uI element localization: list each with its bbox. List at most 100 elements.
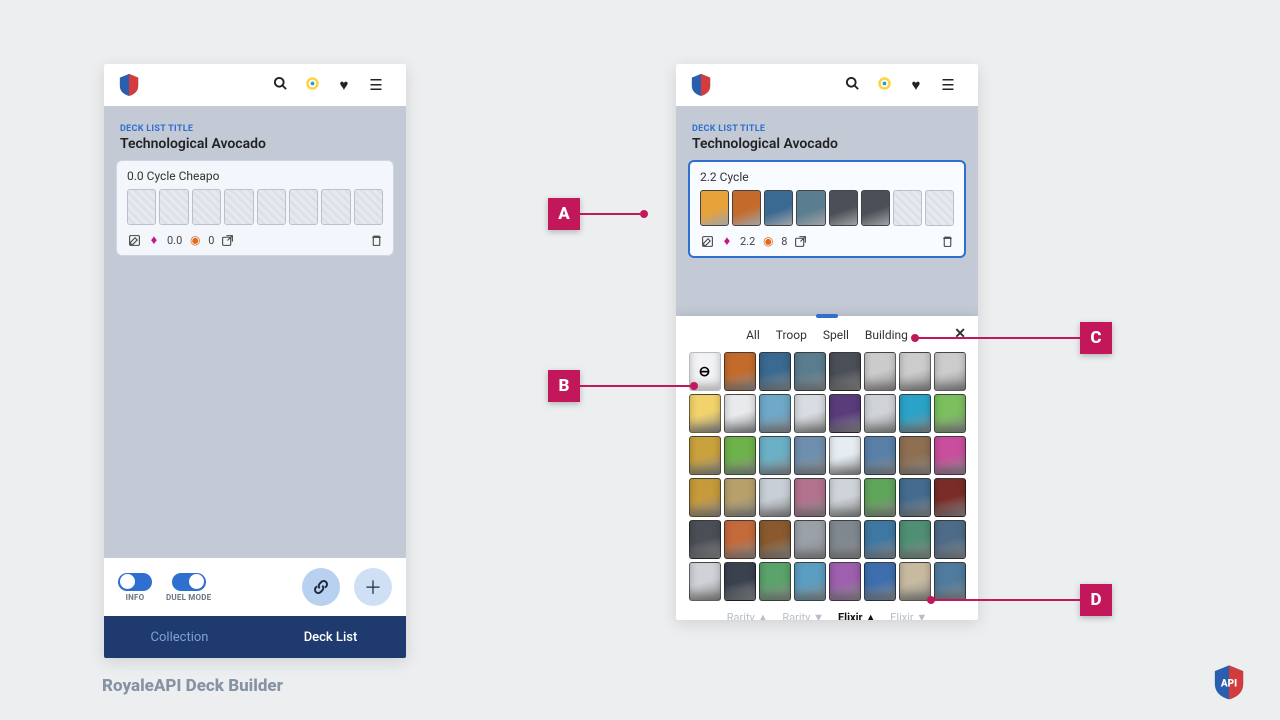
card-option[interactable]: [794, 478, 826, 517]
card-option[interactable]: [899, 352, 931, 391]
card-option[interactable]: [829, 394, 861, 433]
card-option[interactable]: [899, 562, 931, 601]
deck-card[interactable]: 0.0 Cycle Cheapo ♦ 0.0 ◉ 0: [116, 160, 394, 256]
card-slot[interactable]: [764, 190, 793, 226]
info-toggle[interactable]: [118, 573, 152, 591]
card-option[interactable]: [864, 394, 896, 433]
card-option[interactable]: [724, 478, 756, 517]
card-option[interactable]: [759, 478, 791, 517]
callout-a: A: [548, 198, 580, 230]
card-slot[interactable]: [192, 189, 221, 225]
edit-icon[interactable]: [700, 234, 714, 248]
card-option[interactable]: [934, 436, 966, 475]
card-option[interactable]: [794, 394, 826, 433]
tab-collection[interactable]: Collection: [104, 616, 255, 658]
sort-elixir-desc[interactable]: Elixir ▼: [890, 611, 927, 620]
card-option[interactable]: [864, 352, 896, 391]
menu-icon[interactable]: ☰: [932, 76, 964, 94]
card-option[interactable]: [794, 436, 826, 475]
card-slot[interactable]: [159, 189, 188, 225]
heart-icon[interactable]: ♥: [328, 76, 360, 94]
card-option[interactable]: [689, 562, 721, 601]
sort-rarity-asc[interactable]: Rarity ▲: [727, 611, 769, 620]
card-slot[interactable]: [224, 189, 253, 225]
filter-building[interactable]: Building: [865, 328, 908, 342]
filter-spell[interactable]: Spell: [823, 328, 849, 342]
link-button[interactable]: [302, 568, 340, 606]
card-slot[interactable]: [925, 190, 954, 226]
card-option[interactable]: [899, 394, 931, 433]
card-option[interactable]: [689, 394, 721, 433]
card-slot[interactable]: [796, 190, 825, 226]
add-button[interactable]: ＋: [354, 568, 392, 606]
deck-card-active[interactable]: 2.2 Cycle ♦ 2.2 ◉ 8: [688, 160, 966, 258]
card-option[interactable]: [759, 436, 791, 475]
target-icon[interactable]: [868, 76, 900, 95]
search-icon[interactable]: [264, 76, 296, 95]
tab-deck-list[interactable]: Deck List: [255, 616, 406, 658]
card-slot[interactable]: [893, 190, 922, 226]
elixir-value: 2.2: [740, 235, 755, 248]
card-slot[interactable]: [257, 189, 286, 225]
bottom-controls: INFO DUEL MODE ＋: [104, 558, 406, 616]
card-slot[interactable]: [321, 189, 350, 225]
card-slot[interactable]: [700, 190, 729, 226]
card-option[interactable]: [934, 352, 966, 391]
card-option[interactable]: [759, 520, 791, 559]
card-option[interactable]: [794, 562, 826, 601]
card-option[interactable]: [689, 520, 721, 559]
card-option[interactable]: [934, 394, 966, 433]
card-option[interactable]: [864, 478, 896, 517]
card-option[interactable]: [899, 520, 931, 559]
close-icon[interactable]: ✕: [954, 326, 966, 342]
open-external-icon[interactable]: [793, 234, 807, 248]
duel-mode-toggle[interactable]: [172, 573, 206, 591]
callout-d: D: [1080, 584, 1112, 616]
callout-line: [580, 385, 690, 387]
card-option[interactable]: [934, 478, 966, 517]
heart-icon[interactable]: ♥: [900, 76, 932, 94]
card-option[interactable]: [724, 352, 756, 391]
card-option[interactable]: [724, 562, 756, 601]
card-option[interactable]: [829, 478, 861, 517]
picker-drag-handle[interactable]: [816, 314, 838, 318]
filter-all[interactable]: All: [746, 328, 760, 342]
card-option[interactable]: [829, 436, 861, 475]
card-slot[interactable]: [861, 190, 890, 226]
card-option[interactable]: [724, 394, 756, 433]
card-option[interactable]: [794, 352, 826, 391]
open-external-icon[interactable]: [220, 233, 234, 247]
card-option[interactable]: [829, 352, 861, 391]
card-option[interactable]: [864, 562, 896, 601]
card-option[interactable]: [934, 562, 966, 601]
card-slot[interactable]: [829, 190, 858, 226]
menu-icon[interactable]: ☰: [360, 76, 392, 94]
card-slot[interactable]: [732, 190, 761, 226]
card-option[interactable]: [794, 520, 826, 559]
card-option[interactable]: [759, 352, 791, 391]
card-option[interactable]: [899, 478, 931, 517]
card-option[interactable]: [864, 436, 896, 475]
card-option[interactable]: [934, 520, 966, 559]
card-option[interactable]: [899, 436, 931, 475]
card-slot[interactable]: [127, 189, 156, 225]
sort-rarity-desc[interactable]: Rarity ▼: [782, 611, 824, 620]
delete-icon[interactable]: [369, 233, 383, 247]
card-option[interactable]: [759, 394, 791, 433]
card-option[interactable]: [864, 520, 896, 559]
card-option[interactable]: [829, 562, 861, 601]
search-icon[interactable]: [836, 76, 868, 95]
sort-elixir-asc[interactable]: Elixir ▲: [838, 611, 876, 620]
target-icon[interactable]: [296, 76, 328, 95]
filter-troop[interactable]: Troop: [776, 328, 807, 342]
card-option[interactable]: [689, 478, 721, 517]
card-option[interactable]: [759, 562, 791, 601]
delete-icon[interactable]: [940, 234, 954, 248]
card-option[interactable]: [724, 436, 756, 475]
card-option[interactable]: [829, 520, 861, 559]
card-slot[interactable]: [354, 189, 383, 225]
card-slot[interactable]: [289, 189, 318, 225]
card-option[interactable]: [724, 520, 756, 559]
card-option[interactable]: [689, 436, 721, 475]
edit-icon[interactable]: [127, 233, 141, 247]
